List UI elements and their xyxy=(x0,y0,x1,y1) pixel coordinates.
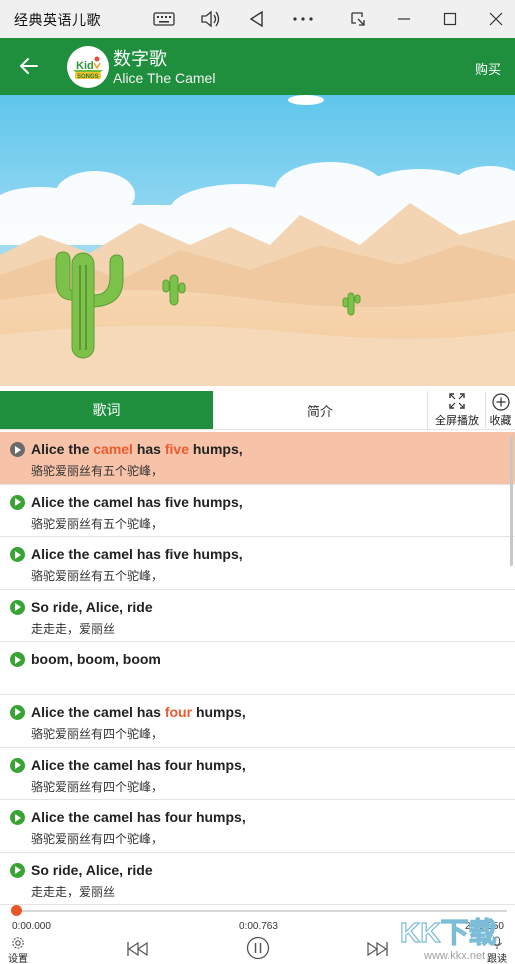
progress-track[interactable] xyxy=(12,910,507,912)
settings-label: 设置 xyxy=(8,954,28,964)
lyric-chinese: 骆驼爱丽丝有五个驼峰， xyxy=(31,569,164,584)
next-button[interactable] xyxy=(367,941,389,957)
previous-button[interactable] xyxy=(126,941,148,957)
next-icon xyxy=(367,941,388,957)
add-circle-icon xyxy=(491,393,510,411)
microphone-icon xyxy=(492,936,502,949)
minimize-icon[interactable] xyxy=(393,8,415,30)
lyric-row[interactable]: Alice the camel has five humps, 骆驼爱丽丝有五个驼… xyxy=(0,432,515,485)
song-title: 数字歌 xyxy=(113,49,167,69)
follow-read-button[interactable]: 跟读 xyxy=(487,936,507,964)
lyric-row[interactable]: Alice the camel has five humps, 骆驼爱丽丝有五个驼… xyxy=(0,537,515,590)
snip-icon[interactable] xyxy=(347,8,369,30)
content-tabs: 歌词 简介 全屏播放 收藏 xyxy=(0,390,515,430)
volume-icon[interactable] xyxy=(199,8,221,30)
play-line-icon[interactable] xyxy=(10,810,25,826)
pause-icon xyxy=(246,936,270,960)
back-triangle-icon[interactable] xyxy=(246,8,268,30)
app-header: Kid SONGS 数字歌 Alice The Camel 购买 xyxy=(0,38,515,95)
svg-text:SONGS: SONGS xyxy=(77,74,99,80)
play-line-icon[interactable] xyxy=(10,494,25,510)
lyric-row[interactable]: Alice the camel has four humps, 骆驼爱丽丝有四个驼… xyxy=(0,800,515,853)
play-line-icon[interactable] xyxy=(10,442,25,457)
lyric-english: boom, boom, boom xyxy=(31,651,161,668)
more-icon[interactable] xyxy=(292,8,314,30)
fullscreen-label: 全屏播放 xyxy=(435,415,479,427)
play-line-icon[interactable] xyxy=(10,862,25,878)
play-line-icon[interactable] xyxy=(10,652,25,668)
lyric-chinese: 走走走，爱丽丝 xyxy=(31,884,116,899)
song-subtitle: Alice The Camel xyxy=(113,70,216,86)
back-arrow-icon[interactable] xyxy=(18,55,40,77)
lyric-english: Alice the camel has five humps, xyxy=(31,441,243,457)
lyric-row[interactable]: So ride, Alice, ride 走走走，爱丽丝 xyxy=(0,589,515,643)
kid-songs-logo: Kid SONGS xyxy=(67,46,109,88)
lyric-english: So ride, Alice, ride xyxy=(31,861,153,878)
fullscreen-icon xyxy=(449,393,465,409)
lyric-chinese: 骆驼爱丽丝有四个驼峰， xyxy=(31,832,164,847)
favorite-button[interactable]: 收藏 xyxy=(485,392,515,428)
lyric-chinese: 骆驼爱丽丝有四个驼峰， xyxy=(31,726,164,741)
svg-text:Kid: Kid xyxy=(76,60,94,72)
settings-button[interactable]: 设置 xyxy=(8,936,28,964)
lyrics-scrollbar[interactable] xyxy=(510,436,513,566)
tab-lyrics[interactable]: 歌词 xyxy=(0,391,213,429)
gear-icon xyxy=(12,937,24,949)
favorite-label: 收藏 xyxy=(489,415,512,427)
lyrics-list: Alice the camel has five humps, 骆驼爱丽丝有五个驼… xyxy=(0,432,515,905)
lyric-row[interactable]: Alice the camel has five humps, 骆驼爱丽丝有五个驼… xyxy=(0,484,515,538)
lyric-chinese: 骆驼爱丽丝有五个驼峰， xyxy=(31,516,164,531)
time-start: 0:00.000 xyxy=(12,921,51,932)
lyric-row[interactable]: boom, boom, boom xyxy=(0,642,515,695)
close-icon[interactable] xyxy=(485,8,507,30)
follow-read-label: 跟读 xyxy=(487,954,507,964)
lyric-english: Alice the camel has five humps, xyxy=(31,546,243,563)
lyric-row[interactable]: So ride, Alice, ride 走走走，爱丽丝 xyxy=(0,852,515,905)
keyboard-icon[interactable] xyxy=(153,8,175,30)
play-line-icon[interactable] xyxy=(10,704,25,720)
lyric-chinese: 骆驼爱丽丝有四个驼峰， xyxy=(31,779,164,794)
tab-intro[interactable]: 简介 xyxy=(213,391,428,429)
window-titlebar: 经典英语儿歌 xyxy=(0,0,515,38)
progress-knob[interactable] xyxy=(10,905,22,916)
time-total: 2:59.050 xyxy=(465,921,504,932)
lyric-english: Alice the camel has four humps, xyxy=(31,756,246,773)
app-title: 经典英语儿歌 xyxy=(14,12,101,28)
lyric-row[interactable]: Alice the camel has four humps, 骆驼爱丽丝有四个驼… xyxy=(0,694,515,748)
time-current: 0:00.763 xyxy=(239,921,278,932)
previous-icon xyxy=(127,941,148,957)
fullscreen-button[interactable]: 全屏播放 xyxy=(434,392,480,428)
lyric-english: Alice the camel has four humps, xyxy=(31,703,246,720)
play-line-icon[interactable] xyxy=(10,757,25,773)
play-line-icon[interactable] xyxy=(10,599,25,615)
lyric-english: Alice the camel has four humps, xyxy=(31,809,246,826)
lyric-english: So ride, Alice, ride xyxy=(31,598,153,615)
maximize-icon[interactable] xyxy=(439,8,461,30)
lyric-english: Alice the camel has five humps, xyxy=(31,493,243,510)
lyric-chinese: 骆驼爱丽丝有五个驼峰， xyxy=(31,464,164,478)
player-controls: 0:00.000 0:00.763 2:59.050 设置 跟读 xyxy=(0,905,515,964)
video-player-scene[interactable] xyxy=(0,95,515,386)
buy-button[interactable]: 购买 xyxy=(475,59,501,78)
lyric-row[interactable]: Alice the camel has four humps, 骆驼爱丽丝有四个驼… xyxy=(0,747,515,801)
lyric-chinese: 走走走，爱丽丝 xyxy=(31,621,116,636)
pause-button[interactable] xyxy=(246,936,270,960)
play-line-icon[interactable] xyxy=(10,547,25,563)
